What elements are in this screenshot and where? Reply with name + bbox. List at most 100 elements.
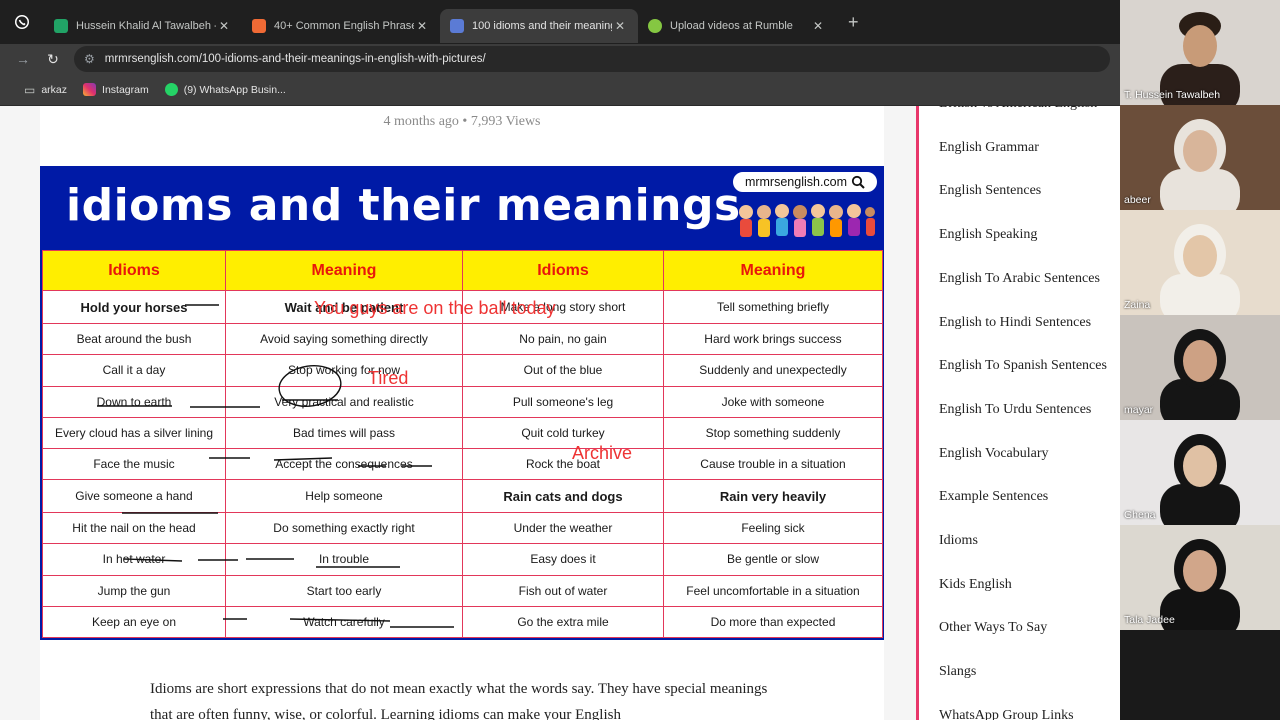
participant-video-tile[interactable]: abeer	[1120, 105, 1280, 210]
sidebar-category-link[interactable]: English Speaking	[939, 227, 1037, 243]
table-row: Every cloud has a silver lining Bad times…	[42, 416, 883, 449]
sidebar-category-link[interactable]: English To Arabic Sentences	[939, 271, 1100, 287]
participant-name: Tala Jadee	[1124, 614, 1175, 626]
column-header: Idioms	[42, 250, 226, 291]
table-cell: In hot water	[42, 543, 226, 576]
new-tab-button[interactable]: +	[848, 12, 859, 33]
table-cell: Joke with someone	[663, 385, 883, 418]
table-cell: Feeling sick	[663, 512, 883, 545]
site-info-icon[interactable]: ⚙	[84, 52, 95, 66]
table-cell: Wait and be patient	[225, 289, 463, 325]
bookmark-label: arkaz	[41, 83, 68, 96]
tab-docs[interactable]: Hussein Khalid Al Tawalbeh - G ✕	[44, 9, 242, 43]
participant-name: T. Hussein Tawalbeh	[1124, 89, 1221, 101]
table-cell: Every cloud has a silver lining	[42, 416, 226, 449]
sidebar-category-link[interactable]: Idioms	[939, 533, 978, 549]
tab-title: Upload videos at Rumble	[670, 20, 793, 32]
site-icon	[252, 19, 266, 33]
close-icon[interactable]: ✕	[216, 19, 232, 33]
sidebar-category-link[interactable]: English To Spanish Sentences	[939, 358, 1107, 374]
table-cell: Rain cats and dogs	[462, 479, 664, 514]
sidebar-category-link[interactable]: English Grammar	[939, 140, 1039, 156]
table-row: Jump the gun Start too early Fish out of w…	[42, 574, 883, 607]
bookmark-instagram[interactable]: Instagram	[83, 83, 149, 96]
sidebar-category-link[interactable]: Example Sentences	[939, 489, 1048, 505]
close-icon[interactable]: ✕	[612, 19, 628, 33]
bookmark-whatsapp[interactable]: (9) WhatsApp Busin...	[164, 83, 286, 96]
forward-arrow-icon[interactable]: →	[8, 51, 38, 67]
address-bar[interactable]: ⚙ mrmrsenglish.com/100-idioms-and-their-…	[74, 46, 1110, 72]
toolbar: → ↻ ⚙ mrmrsenglish.com/100-idioms-and-th…	[0, 44, 1120, 74]
column-header: Meaning	[663, 250, 883, 291]
table-cell: Watch carefully	[225, 605, 463, 639]
post-meta: 4 months ago • 7,993 Views	[383, 114, 541, 129]
tab-title: Hussein Khalid Al Tawalbeh - G	[76, 20, 216, 32]
participant-name: mayar	[1124, 404, 1154, 416]
tab-phrases[interactable]: 40+ Common English Phrases f ✕	[242, 9, 440, 43]
participant-video-tile[interactable]: Tala Jadee	[1120, 525, 1280, 630]
table-row: Call it a day Stop working for now Out of …	[42, 354, 883, 387]
participant-name: Ghena	[1124, 509, 1156, 521]
participant-name: abeer	[1124, 194, 1151, 206]
sidebar-category-link[interactable]: Kids English	[939, 577, 1012, 593]
idioms-infographic: idioms and their meanings mrmrsenglish.c…	[40, 166, 884, 640]
instagram-icon	[83, 83, 97, 96]
participant-video-tile[interactable]: T. Hussein Tawalbeh	[1120, 0, 1280, 105]
table-row: Beat around the bush Avoid saying somethi…	[42, 323, 883, 356]
table-cell: In trouble	[225, 543, 463, 576]
table-cell: Rock the boat	[462, 447, 664, 481]
table-cell: Out of the blue	[462, 354, 664, 387]
sidebar-category-link[interactable]: WhatsApp Group Links	[939, 708, 1074, 720]
article-paragraph: Idioms are short expressions that do not…	[150, 681, 768, 720]
close-icon[interactable]: ✕	[414, 19, 430, 33]
infographic-title: idioms and their meanings	[66, 180, 741, 231]
table-cell: Pull someone's leg	[462, 385, 664, 418]
sheets-icon	[54, 19, 68, 33]
sidebar-category-link[interactable]: English Vocabulary	[939, 446, 1049, 462]
tab-title: 100 idioms and their meanings	[472, 20, 612, 32]
tab-rumble[interactable]: Upload videos at Rumble ✕	[638, 9, 836, 43]
table-cell: Hard work brings success	[663, 323, 883, 356]
table-row: Hold your horses Wait and be patient Make …	[42, 289, 883, 325]
table-cell: Cause trouble in a situation	[663, 447, 883, 481]
participant-video-tile[interactable]: Zaina	[1120, 210, 1280, 315]
table-cell: Accept the consequences	[225, 447, 463, 481]
participant-name: Zaina	[1124, 299, 1151, 311]
table-cell: Keep an eye on	[42, 605, 226, 639]
table-cell: Rain very heavily	[663, 479, 883, 514]
sidebar-category-link[interactable]: English Sentences	[939, 183, 1041, 199]
table-cell: Avoid saying something directly	[225, 323, 463, 356]
sidebar-category-link[interactable]: British vs American English	[939, 106, 1097, 112]
sidebar-category-link[interactable]: English To Urdu Sentences	[939, 402, 1091, 418]
sidebar-category-link[interactable]: English to Hindi Sentences	[939, 315, 1091, 331]
whatsapp-app-icon[interactable]	[0, 0, 44, 44]
tab-title: 40+ Common English Phrases f	[274, 20, 414, 32]
table-cell: Quit cold turkey	[462, 416, 664, 449]
tab-idioms[interactable]: 100 idioms and their meanings ✕	[440, 9, 638, 43]
table-cell: Easy does it	[462, 543, 664, 576]
table-cell: Bad times will pass	[225, 416, 463, 449]
participant-video-tile[interactable]: mayar	[1120, 315, 1280, 420]
table-cell: Stop something suddenly	[663, 416, 883, 449]
table-cell: Hold your horses	[42, 289, 226, 325]
search-icon	[851, 175, 865, 189]
close-icon[interactable]: ✕	[810, 19, 826, 33]
rumble-icon	[648, 19, 662, 33]
table-cell: Start too early	[225, 574, 463, 607]
table-cell: Go the extra mile	[462, 605, 664, 639]
table-cell: Jump the gun	[42, 574, 226, 607]
reload-icon[interactable]: ↻	[38, 51, 68, 68]
table-row: Give someone a hand Help someone Rain cats…	[42, 479, 883, 514]
table-cell: Call it a day	[42, 354, 226, 387]
sidebar-category-link[interactable]: Slangs	[939, 664, 976, 680]
video-gallery: T. Hussein Tawalbeh abeer Zaina mayar Ghena T…	[1120, 0, 1280, 720]
participant-video-tile[interactable]: Ghena	[1120, 420, 1280, 525]
bookmark-arkaz[interactable]: ▭ arkaz	[24, 83, 67, 97]
sidebar-category-link[interactable]: Other Ways To Say	[939, 620, 1047, 636]
table-cell: Tell something briefly	[663, 289, 883, 325]
site-icon	[450, 19, 464, 33]
table-cell: Help someone	[225, 479, 463, 514]
table-row: Down to earth Very practical and realisti…	[42, 385, 883, 418]
url-text: mrmrsenglish.com/100-idioms-and-their-me…	[104, 53, 486, 65]
table-cell: Face the music	[42, 447, 226, 481]
